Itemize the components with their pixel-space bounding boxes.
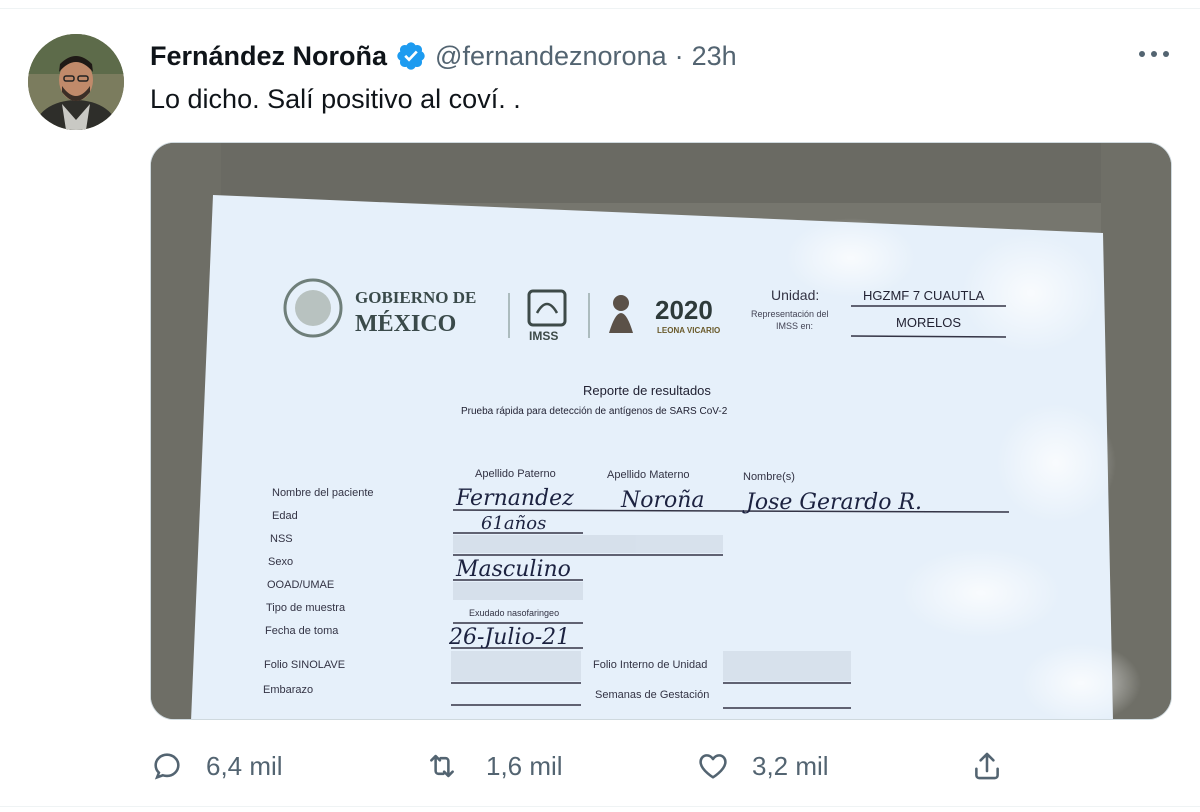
representacion-label-1: Representación del [751, 309, 829, 319]
year: 2020 [655, 295, 713, 325]
label-folio: Folio SINOLAVE [264, 659, 345, 671]
like-button[interactable]: 3,2 mil [696, 744, 829, 788]
representacion-label-2: IMSS en: [776, 321, 813, 331]
col-paterno: Apellido Paterno [475, 468, 556, 480]
representacion-value: MORELOS [896, 315, 961, 330]
reply-bubble-icon [154, 753, 180, 780]
unidad-value: HGZMF 7 CUAUTLA [863, 288, 985, 303]
like-count: 3,2 mil [752, 750, 829, 781]
heart-icon [699, 754, 727, 779]
separator-dot: · [674, 40, 684, 71]
share-upload-icon [975, 752, 999, 780]
verified-badge-icon [397, 42, 425, 70]
label-edad: Edad [272, 510, 298, 522]
imss-text: IMSS [529, 329, 558, 343]
display-name[interactable]: Fernández Noroña [150, 41, 387, 72]
user-handle[interactable]: @fernandeznorona [435, 41, 667, 72]
label-sexo: Sexo [268, 556, 293, 568]
value-edad: 61años [481, 513, 546, 534]
label-ooad: OOAD/UMAE [267, 579, 334, 591]
value-sexo: Masculino [455, 557, 571, 582]
value-paterno: Fernandez [455, 486, 574, 511]
more-dots-icon[interactable] [1134, 40, 1174, 68]
year-sub: LEONA VICARIO [657, 326, 720, 335]
gov-line2: MÉXICO [355, 311, 456, 337]
col-nombres: Nombre(s) [743, 471, 795, 483]
label-tipo: Tipo de muestra [266, 602, 346, 614]
share-button[interactable] [970, 744, 1026, 788]
label-nss: NSS [270, 533, 293, 545]
unidad-label: Unidad: [771, 287, 819, 303]
tweet-photo[interactable]: GOBIERNO DE MÉXICO IMSS 2020 LEONA VICAR… [150, 142, 1172, 720]
top-divider [0, 0, 1200, 9]
reply-count: 6,4 mil [206, 750, 283, 781]
report-title: Reporte de resultados [583, 383, 711, 398]
label-semanas: Semanas de Gestación [595, 689, 709, 701]
value-tipo: Exudado nasofaringeo [469, 608, 559, 618]
value-nombres: Jose Gerardo R. [742, 490, 922, 515]
bottom-divider [0, 806, 1200, 807]
report-subtitle: Prueba rápida para detección de antígeno… [461, 406, 728, 417]
value-materno: Noroña [620, 488, 705, 513]
col-materno: Apellido Materno [607, 469, 690, 481]
gov-line1: GOBIERNO DE [355, 288, 476, 307]
tweet-header: Fernández Noroña @fernandeznorona · 23h [150, 38, 737, 74]
retweet-count: 1,6 mil [486, 750, 563, 781]
tweet-text: Lo dicho. Salí positivo al coví. . [150, 84, 521, 114]
label-embarazo: Embarazo [263, 684, 313, 696]
label-nombre: Nombre del paciente [272, 487, 374, 499]
retweet-button[interactable]: 1,6 mil [422, 744, 563, 788]
label-fecha: Fecha de toma [265, 625, 339, 637]
value-fecha: 26-Julio-21 [448, 625, 570, 650]
reply-button[interactable]: 6,4 mil [150, 744, 283, 788]
action-bar: 6,4 mil 1,6 mil 3,2 mil [0, 744, 1200, 788]
avatar[interactable] [28, 34, 124, 130]
timestamp[interactable]: 23h [692, 41, 737, 72]
retweet-icon [430, 754, 454, 778]
label-folio-interno: Folio Interno de Unidad [593, 659, 707, 671]
